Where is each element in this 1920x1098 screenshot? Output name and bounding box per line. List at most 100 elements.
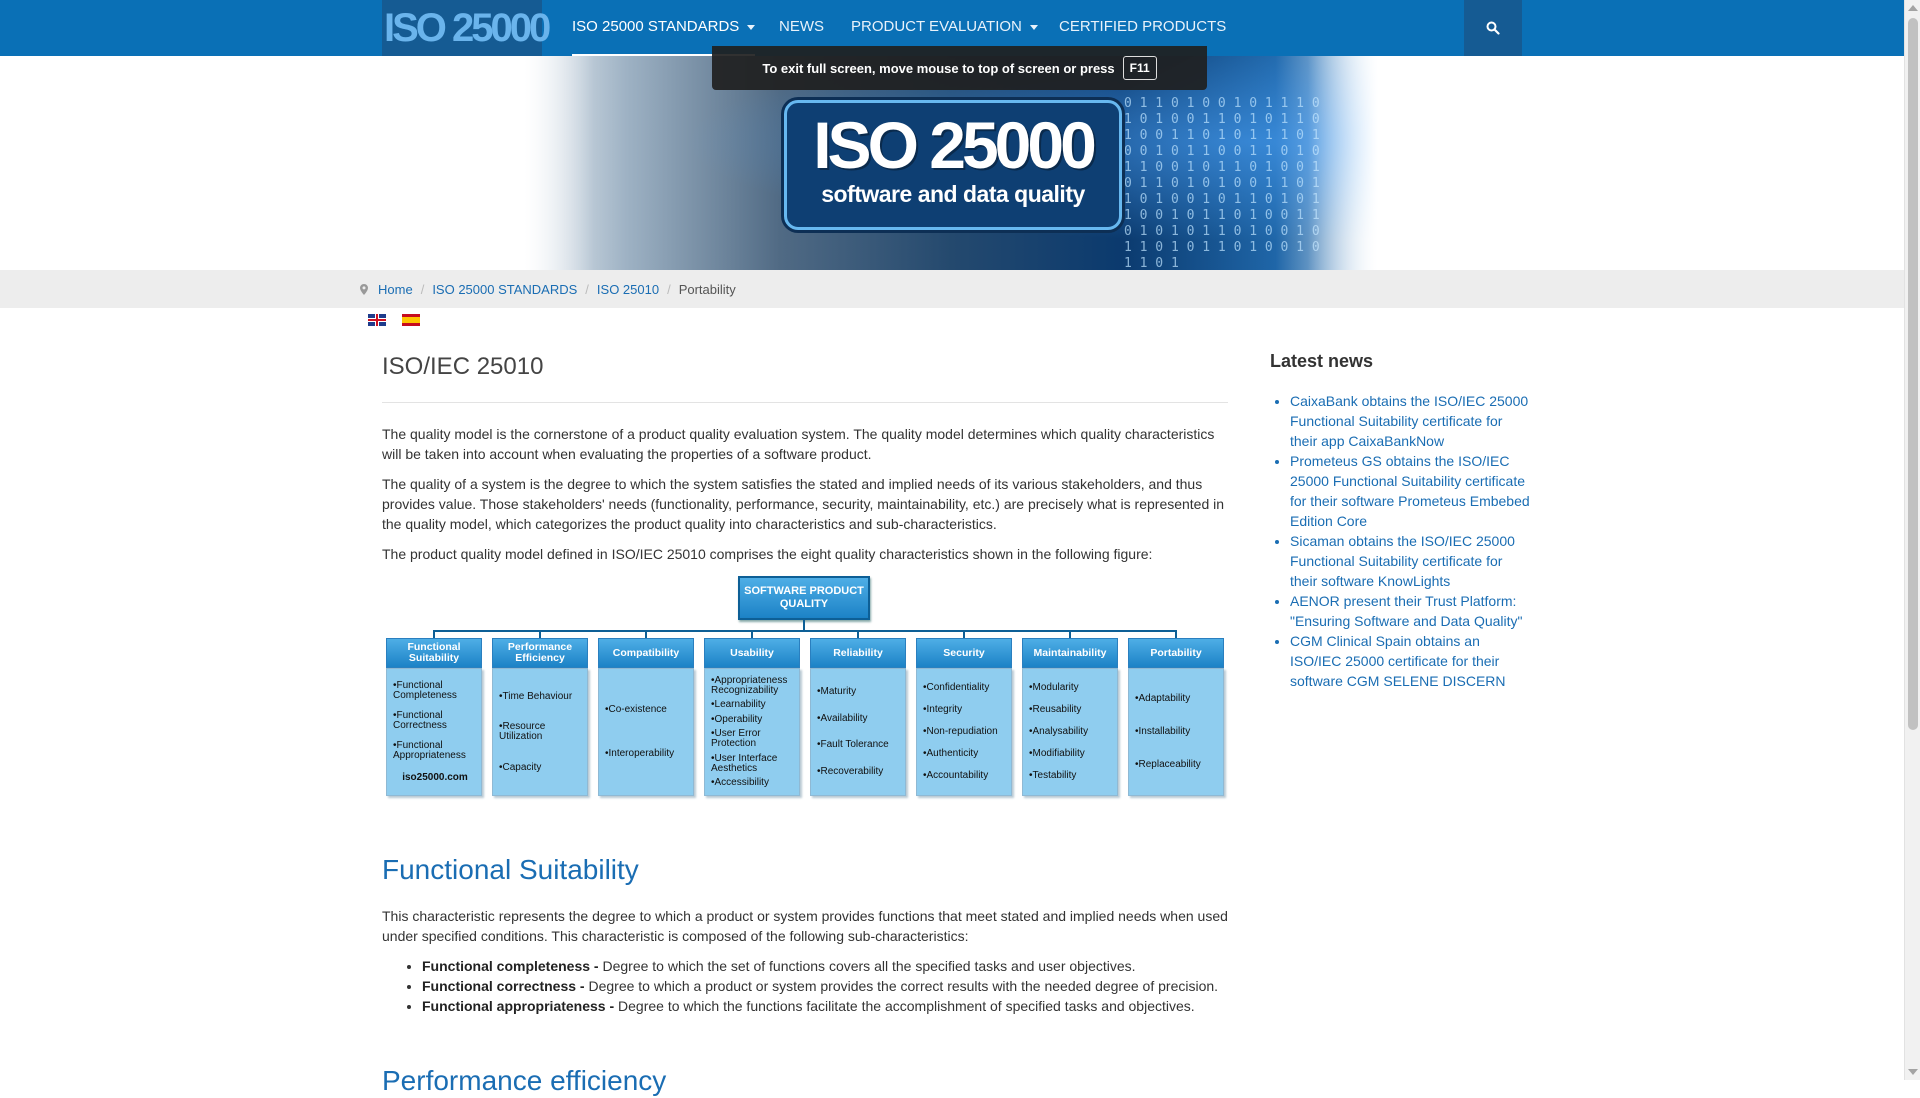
figure-watermark: iso25000.com — [402, 772, 468, 783]
sub-characteristic: •Installability — [1135, 726, 1191, 737]
breadcrumb-current: Portability — [678, 281, 736, 297]
characteristic-column: Reliability •Maturity •Availability •Fault … — [810, 630, 906, 796]
site-logo[interactable]: ISO 25000 — [382, 0, 551, 56]
sub-characteristic: •Functional Correctness — [393, 710, 447, 731]
breadcrumb-home[interactable]: Home — [378, 282, 413, 297]
sub-characteristics-box: •Functional Completeness •Functional Corr… — [386, 668, 482, 796]
page-title: ISO/IEC 25010 — [382, 353, 544, 380]
news-item: CGM Clinical Spain obtains an ISO/IEC 25… — [1290, 631, 1532, 691]
characteristic-title: Usability — [704, 638, 800, 668]
figure-connector — [803, 620, 805, 630]
sub-characteristic: •Appropriateness Recognizability — [711, 674, 788, 696]
scroll-down-arrow-icon[interactable] — [1908, 1069, 1918, 1075]
news-item: Sicaman obtains the ISO/IEC 25000 Functi… — [1290, 531, 1532, 591]
characteristic-column: Maintainability •Modularity •Reusability •A… — [1022, 630, 1118, 796]
sub-characteristic: •Replaceability — [1135, 759, 1201, 770]
characteristic-title: Security — [916, 638, 1012, 668]
sidebar-title: Latest news — [1270, 351, 1374, 371]
sub-characteristic: •Confidentiality — [923, 682, 990, 693]
nav-label: NEWS — [779, 18, 824, 35]
sub-characteristic: •User Interface Aesthetics — [711, 752, 778, 774]
breadcrumb-iso-25010[interactable]: ISO 25010 — [597, 282, 659, 297]
title-divider — [382, 402, 1228, 403]
fullscreen-notice-text: To exit full screen, move mouse to top o… — [762, 60, 1115, 76]
characteristic-column: Security •Confidentiality •Integrity •Non-r… — [916, 630, 1012, 796]
intro-paragraph-3: The product quality model defined in ISO… — [382, 546, 1153, 562]
sub-characteristic: •Operability — [711, 713, 763, 725]
section-functional-suitability: Functional Suitability This characterist… — [382, 853, 1228, 1098]
sub-characteristic: •User Error Protection — [711, 728, 761, 750]
news-item: CaixaBank obtains the ISO/IEC 25000 Func… — [1290, 391, 1532, 451]
sub-characteristic: •Time Behaviour — [499, 690, 573, 702]
sub-characteristic: •Recoverability — [817, 765, 884, 777]
characteristic-title: Compatibility — [598, 638, 694, 668]
quality-model-figure: SOFTWARE PRODUCT QUALITY Functional Suit… — [382, 576, 1228, 796]
breadcrumb-bar: Home / ISO 25000 STANDARDS / ISO 25010 /… — [0, 270, 1904, 308]
sub-characteristic: •Analysability — [1029, 726, 1089, 737]
breadcrumb-iso-25000-standards[interactable]: ISO 25000 STANDARDS — [432, 282, 577, 297]
sub-characteristic: •Availability — [817, 712, 868, 724]
news-link[interactable]: CaixaBank obtains the ISO/IEC 25000 Func… — [1290, 393, 1528, 449]
iso-25000-banner-badge: ISO 25000 software and data quality — [784, 100, 1122, 230]
news-link[interactable]: CGM Clinical Spain obtains an ISO/IEC 25… — [1290, 633, 1506, 689]
news-link[interactable]: AENOR present their Trust Platform: "Ens… — [1290, 593, 1523, 629]
characteristic-column: Compatibility •Co-existence •Interoperabil… — [598, 630, 694, 796]
fullscreen-exit-notice: To exit full screen, move mouse to top o… — [712, 46, 1207, 90]
search-button[interactable] — [1464, 0, 1522, 56]
characteristic-title: Portability — [1128, 638, 1224, 668]
sub-characteristic: •Accountability — [923, 770, 989, 781]
language-switcher — [368, 314, 420, 326]
sub-characteristic: •Fault Tolerance — [817, 739, 889, 751]
news-item: Prometeus GS obtains the ISO/IEC 25000 F… — [1290, 451, 1532, 531]
characteristic-column: Portability •Adaptability •Installability •… — [1128, 630, 1224, 796]
banner-fade-right — [1308, 56, 1378, 270]
breadcrumb: Home / ISO 25000 STANDARDS / ISO 25010 /… — [360, 270, 736, 308]
section-title-functional-suitability: Functional Suitability — [382, 854, 639, 885]
list-item-term: Functional completeness - — [422, 958, 599, 974]
list-item-text: Degree to which the set of functions cov… — [598, 958, 1136, 974]
section-title-performance-efficiency: Performance efficiency — [382, 1065, 667, 1096]
sub-characteristic: •Modifiability — [1029, 748, 1085, 759]
list-item: Functional completeness - Degree to whic… — [422, 956, 1228, 976]
page-scrollbar[interactable] — [1904, 0, 1920, 1080]
list-item: Functional appropriateness - Degree to w… — [422, 996, 1228, 1016]
sub-characteristics-box: •Confidentiality •Integrity •Non-repudiati… — [916, 668, 1012, 796]
f11-key-badge: F11 — [1122, 56, 1157, 80]
scroll-up-arrow-icon[interactable] — [1908, 5, 1918, 11]
sub-characteristic: •Capacity — [499, 761, 542, 773]
sub-characteristics-box: •Appropriateness Recognizability •Learnab… — [704, 668, 800, 796]
characteristic-column: Functional Suitability •Functional Comple… — [386, 630, 482, 796]
en-flag-icon[interactable] — [368, 314, 386, 326]
sub-characteristic: •Functional Appropriateness — [393, 740, 466, 761]
breadcrumb-separator: / — [585, 281, 589, 297]
sub-characteristic: •Resource Utilization — [499, 721, 546, 742]
es-flag-icon[interactable] — [402, 314, 420, 326]
sub-characteristic: •Functional Completeness — [393, 680, 457, 701]
sub-characteristic: •Accessibility — [711, 777, 769, 789]
sub-characteristics-box: •Adaptability •Installability •Replaceabil… — [1128, 668, 1224, 796]
list-item-term: Functional appropriateness - — [422, 998, 615, 1014]
banner-fade-left — [524, 56, 594, 270]
characteristic-title: Functional Suitability — [386, 638, 482, 668]
binary-pattern-decoration: 0 1 1 0 1 0 0 1 0 1 1 1 0 1 0 1 0 0 1 1 … — [1124, 96, 1320, 270]
list-item-text: Degree to which a product or system prov… — [584, 978, 1219, 994]
breadcrumb-separator: / — [420, 281, 425, 297]
sub-characteristic: •Interoperability — [605, 748, 675, 759]
search-icon — [1486, 21, 1500, 35]
sub-characteristic: •Reusability — [1029, 704, 1082, 715]
list-item-text: Degree to which the functions facilitate… — [614, 998, 1195, 1014]
breadcrumb-separator: / — [667, 281, 671, 297]
sub-characteristic: •Co-existence — [605, 704, 667, 715]
list-item: Functional correctness - Degree to which… — [422, 976, 1228, 996]
figure-root-box: SOFTWARE PRODUCT QUALITY — [738, 576, 870, 620]
section-intro: This characteristic represents the degre… — [382, 908, 1228, 944]
nav-label: ISO 25000 STANDARDS — [572, 18, 740, 35]
sub-characteristic: •Non-repudiation — [923, 726, 998, 737]
sub-characteristics-box: •Co-existence •Interoperability — [598, 668, 694, 796]
sub-characteristic: •Testability — [1029, 770, 1077, 781]
news-link[interactable]: Prometeus GS obtains the ISO/IEC 25000 F… — [1290, 453, 1530, 529]
scrollbar-thumb[interactable] — [1908, 18, 1918, 730]
characteristic-title: Performance Efficiency — [492, 638, 588, 668]
news-link[interactable]: Sicaman obtains the ISO/IEC 25000 Functi… — [1290, 533, 1515, 589]
sub-characteristics-box: •Time Behaviour •Resource Utilization •Cap… — [492, 668, 588, 796]
